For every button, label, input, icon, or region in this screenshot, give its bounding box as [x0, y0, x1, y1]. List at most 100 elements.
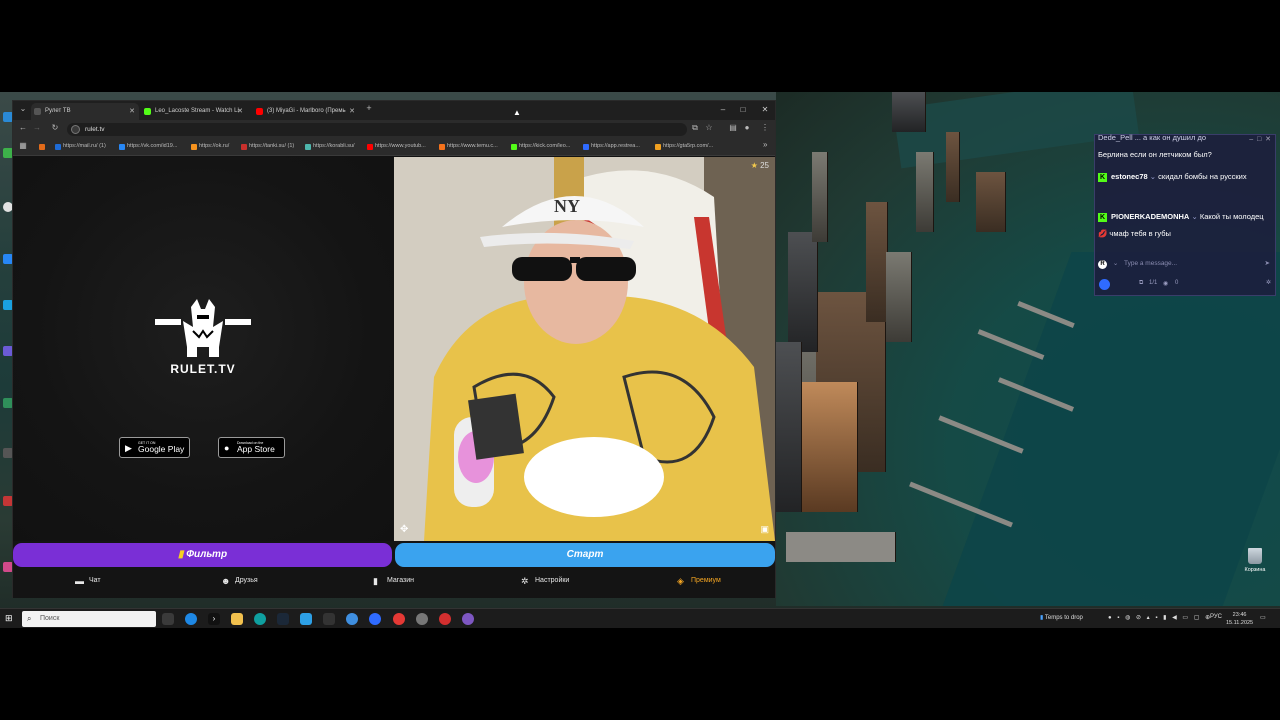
more-bookmarks-icon[interactable]: »: [755, 140, 767, 149]
close-tab-icon[interactable]: ✕: [237, 103, 243, 120]
shop-icon: ▮: [373, 576, 378, 586]
webcam-video[interactable]: NY ★ 25 ✥ ▣: [394, 157, 775, 541]
bookmark-item[interactable]: https://kick.com/leo...: [511, 143, 570, 150]
tab-youtube[interactable]: (3) MiyaGi - Marlboro (Премь ✕: [253, 103, 359, 120]
gear-icon[interactable]: ✲: [1266, 279, 1271, 286]
start-button[interactable]: Старт: [395, 543, 775, 567]
kick-icon: K: [1098, 172, 1107, 182]
tab-title: (3) MiyaGi - Marlboro (Премь: [267, 108, 346, 114]
bookmark-item[interactable]: https://gta5rp.com/...: [655, 143, 714, 150]
reload-icon[interactable]: ↻: [49, 123, 61, 132]
google-play-button[interactable]: ▶ GET IT ON Google Play: [119, 437, 190, 458]
site-info-icon[interactable]: [71, 125, 80, 134]
bookmark-label: https://gta5rp.com/...: [663, 143, 714, 149]
move-icon[interactable]: ✥: [400, 524, 408, 535]
bookmark-label: https://korabli.su/: [313, 143, 355, 149]
bookmark-item[interactable]: https://ok.ru/: [191, 143, 229, 150]
recycle-bin-label: Корзина: [1244, 567, 1266, 573]
nav-shop[interactable]: ▮ Магазин: [373, 576, 414, 586]
system-tray-icons[interactable]: ● ▪ ◍ ⊘ ▴ ▪ ▮ ◀ ▭ ▢ ⊕: [1108, 614, 1212, 621]
cast-icon[interactable]: ⧉: [689, 123, 701, 133]
filter-button[interactable]: ▮ Фильтр: [13, 543, 392, 567]
tab-search-icon[interactable]: ⌄: [17, 104, 29, 113]
task-view-icon[interactable]: [162, 613, 174, 625]
app-icon[interactable]: [393, 613, 405, 625]
extensions-icon[interactable]: ▤: [727, 123, 739, 132]
nav-settings[interactable]: ✲ Настройки: [521, 576, 569, 586]
back-arrow-icon[interactable]: ←: [17, 123, 29, 132]
search-placeholder: Поиск: [40, 615, 60, 622]
app-icon[interactable]: [346, 613, 358, 625]
chat-footer: ⧉ 1/1 ◉ 0 ✲: [1095, 277, 1275, 293]
chat-partial-text: Dede_Pell ... а как он душил до: [1098, 133, 1206, 142]
youtube-favicon-icon: [256, 108, 263, 115]
nav-chat[interactable]: ▬ Чат: [75, 576, 101, 586]
bookmark-label: https://tanki.su/ (1): [249, 143, 295, 149]
address-bar[interactable]: rulet.tv: [67, 123, 687, 136]
chat-message: Kestonec78 ⌄ скидал бомбы на русских: [1098, 168, 1270, 185]
app-store-button[interactable]: ● Download on the App Store: [218, 437, 285, 458]
new-tab-button[interactable]: +: [363, 103, 375, 113]
bookmark-item[interactable]: https://vk.com/id19...: [119, 143, 177, 150]
app-icon[interactable]: [462, 613, 474, 625]
eye-icon: ◉: [1163, 281, 1169, 287]
maximize-button[interactable]: □: [733, 103, 753, 117]
menu-dots-icon[interactable]: ⋮: [759, 123, 771, 132]
forward-arrow-icon[interactable]: →: [31, 123, 43, 132]
bookmark-star-icon[interactable]: ☆: [703, 123, 715, 132]
mask-icon[interactable]: ▣: [760, 524, 769, 535]
profile-avatar-icon[interactable]: ●: [741, 123, 753, 132]
send-icon[interactable]: ➤: [1265, 259, 1270, 267]
nav-friends[interactable]: ☻ Друзья: [221, 576, 258, 586]
bottom-nav: ▬ Чат ☻ Друзья ▮ Магазин ✲ Настройки ◈ Премиу…: [13, 569, 775, 597]
restream-icon: R: [1098, 260, 1107, 269]
chevron-down-icon[interactable]: ⌄: [1113, 260, 1118, 267]
nav-premium[interactable]: ◈ Премиум: [677, 576, 721, 586]
nav-label: Друзья: [235, 577, 258, 584]
app-icon[interactable]: [323, 613, 335, 625]
desktop: ⌄ Рулет ТВ ✕ Leo_Lacoste Stream - Watch …: [0, 92, 1280, 628]
clock[interactable]: 23:46 15.11.2025: [1226, 611, 1253, 627]
bookmark-item[interactable]: https://tanki.su/ (1): [241, 143, 295, 150]
bookmark-item[interactable]: https://www.temu.c...: [439, 143, 498, 150]
close-tab-icon[interactable]: ✕: [349, 103, 355, 120]
premium-icon: ◈: [677, 576, 684, 586]
bookmarks-bar: ▦ https://mail.ru/ (1) https://vk.com/id…: [13, 139, 775, 156]
chat-text: скидал бомбы на русских: [1158, 172, 1247, 181]
copilot-icon[interactable]: [185, 613, 197, 625]
tab-rulet[interactable]: Рулет ТВ ✕: [31, 103, 139, 120]
chat-icon: ▬: [75, 576, 84, 586]
start-windows-icon[interactable]: ⊞: [5, 613, 13, 624]
bookmark-item[interactable]: https://www.youtub...: [367, 143, 426, 150]
tab-kick[interactable]: Leo_Lacoste Stream - Watch Li ✕: [141, 103, 247, 120]
file-explorer-icon[interactable]: [231, 613, 243, 625]
minimize-button[interactable]: –: [713, 103, 733, 117]
chat-text: Берлина если он летчиком был?: [1098, 150, 1212, 159]
store-name: App Store: [237, 444, 275, 454]
bookmark-item[interactable]: https://korabli.su/: [305, 143, 355, 150]
language-indicator[interactable]: РУС: [1210, 614, 1222, 620]
chat-username[interactable]: estonec78: [1111, 172, 1148, 181]
likes-count: 25: [760, 161, 769, 170]
taskbar-search[interactable]: ⌕ Поиск: [22, 611, 156, 627]
notifications-icon[interactable]: ▭: [1260, 614, 1266, 621]
app-icon[interactable]: [369, 613, 381, 625]
recycle-bin[interactable]: Корзина: [1238, 548, 1272, 573]
chat-input[interactable]: R ⌄ Type a message... ➤: [1098, 259, 1272, 273]
browser-window: ⌄ Рулет ТВ ✕ Leo_Lacoste Stream - Watch …: [12, 100, 776, 598]
close-window-button[interactable]: ✕: [755, 103, 775, 117]
bookmark-label: https://app.restrea...: [591, 143, 640, 149]
chrome-icon[interactable]: [416, 613, 428, 625]
steam-icon[interactable]: [277, 613, 289, 625]
arrow-app-icon[interactable]: ›: [208, 613, 220, 625]
close-tab-icon[interactable]: ✕: [129, 103, 135, 120]
store-icon[interactable]: [300, 613, 312, 625]
edge-icon[interactable]: [254, 613, 266, 625]
bookmark-item[interactable]: https://app.restrea...: [583, 143, 640, 150]
kick-favicon-icon: [144, 108, 151, 115]
bookmark-item[interactable]: https://mail.ru/ (1): [55, 143, 106, 150]
chat-username[interactable]: PIONERKADEMONHA: [1111, 212, 1189, 221]
weather-widget[interactable]: ▮ Temps to drop: [1040, 614, 1083, 621]
apps-grid-icon[interactable]: ▦: [17, 141, 29, 150]
app-icon[interactable]: [439, 613, 451, 625]
